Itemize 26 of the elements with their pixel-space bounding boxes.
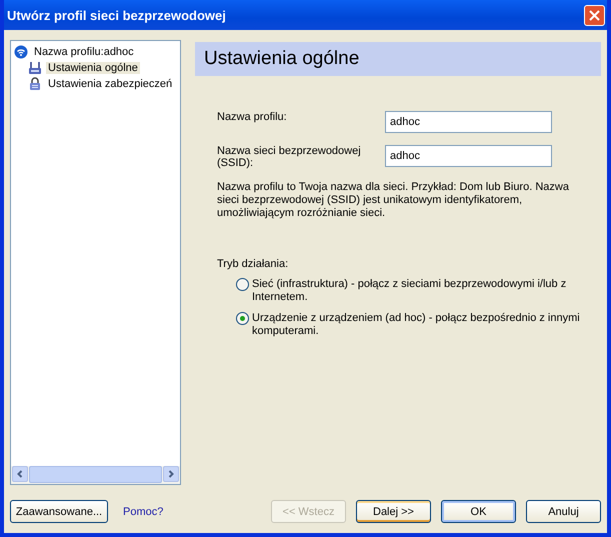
field-label: Nazwa sieci bezprzewodowej (SSID): <box>217 145 362 169</box>
text-field[interactable]: adhoc <box>385 111 552 133</box>
section-header: Ustawienia ogólne <box>195 42 601 76</box>
tree-item[interactable]: Nazwa profilu:adhoc <box>32 46 136 58</box>
dialog-button[interactable]: Dalej >> <box>356 500 431 523</box>
window-title: Utwórz profil sieci bezprzewodowej <box>7 8 226 22</box>
router-icon <box>28 60 42 74</box>
advanced-button[interactable]: Zaawansowane... <box>10 500 108 523</box>
description-text: Nazwa profilu to Twoja nazwa dla sieci. Przykład: Dom lub Biuro. Nazwa sieci bezprzewodowej (SSID) jest unikatowym identyfikatorem, umożliwiającym rozróżnianie sieci. <box>217 181 570 220</box>
lock-icon <box>28 76 42 90</box>
close-icon <box>589 10 600 20</box>
radio-label: Urządzenie z urządzeniem (ad hoc) - połącz bezpośrednio z innymi komputerami. <box>252 312 581 338</box>
dialog-button[interactable]: OK <box>441 500 516 523</box>
field-label: Nazwa profilu: <box>217 111 288 123</box>
wireless-icon <box>14 44 28 58</box>
help-link[interactable]: Pomoc? <box>123 506 164 518</box>
radio-button[interactable] <box>236 312 249 325</box>
radio-button[interactable] <box>236 278 249 291</box>
scrollbar[interactable] <box>11 466 180 484</box>
text-field[interactable]: adhoc <box>385 145 552 167</box>
group-label: Tryb działania: <box>217 258 290 270</box>
tree-item[interactable]: Ustawienia zabezpieczeń <box>46 78 174 90</box>
radio-label: Sieć (infrastruktura) - połącz z sieciami bezprzewodowymi i/lub z Internetem. <box>252 278 568 304</box>
dialog-button[interactable]: Anuluj <box>526 500 601 523</box>
close-button[interactable] <box>584 4 605 26</box>
tree-item[interactable]: Ustawienia ogólne <box>46 62 140 74</box>
